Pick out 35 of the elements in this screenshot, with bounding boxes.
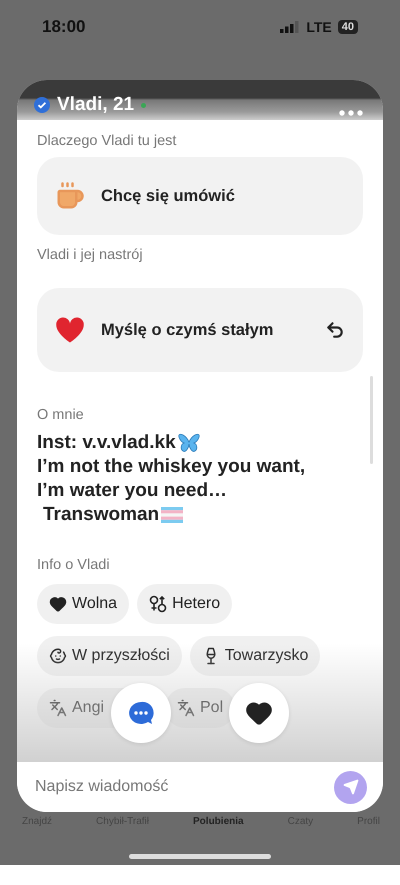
heart-icon [49, 595, 67, 613]
more-icon[interactable] [339, 110, 363, 116]
tag-text: Wolna [72, 595, 118, 613]
battery-level: 40 [338, 20, 358, 34]
chat-bubble-icon [128, 700, 154, 726]
profile-name: Vladi, 21 [57, 94, 134, 116]
heart-icon [55, 316, 85, 344]
tag-text: Towarzysko [224, 647, 308, 665]
card-text: Chcę się umówić [101, 186, 236, 206]
like-button[interactable] [229, 683, 289, 743]
tag-text: Pol [200, 699, 224, 717]
bio-text: I’m not the whiskey you want, [37, 455, 306, 479]
translate-icon [177, 699, 195, 717]
card-text: Myślę o czymś stałym [101, 320, 274, 340]
tab[interactable]: Polubienia [193, 816, 244, 827]
tag-text: Hetero [172, 595, 220, 613]
signal-icon [280, 21, 300, 33]
network-label: LTE [306, 19, 332, 35]
section-label: Vladi i jej nastrój [37, 247, 144, 264]
translate-icon [49, 699, 67, 717]
bio-text: I’m water you need… [37, 479, 228, 503]
message-field[interactable]: Napisz wiadomość [33, 777, 324, 797]
send-icon [342, 779, 358, 795]
cup-icon [55, 181, 85, 211]
status-time: 18:00 [42, 17, 86, 37]
baby-icon [49, 647, 67, 665]
bio-text: Transwoman [43, 503, 160, 527]
bio-text: Inst: v.v.vlad.kk [37, 431, 176, 455]
section-label: Dlaczego Vladi tu jest [37, 133, 178, 150]
section-label: Info o Vladi [37, 557, 111, 574]
tag-text: W przyszłości [72, 647, 170, 665]
undo-icon[interactable] [325, 320, 345, 340]
section-label: O mnie [37, 407, 85, 424]
tag-text: Angi [72, 699, 104, 717]
gender-symbols-icon [149, 595, 168, 613]
